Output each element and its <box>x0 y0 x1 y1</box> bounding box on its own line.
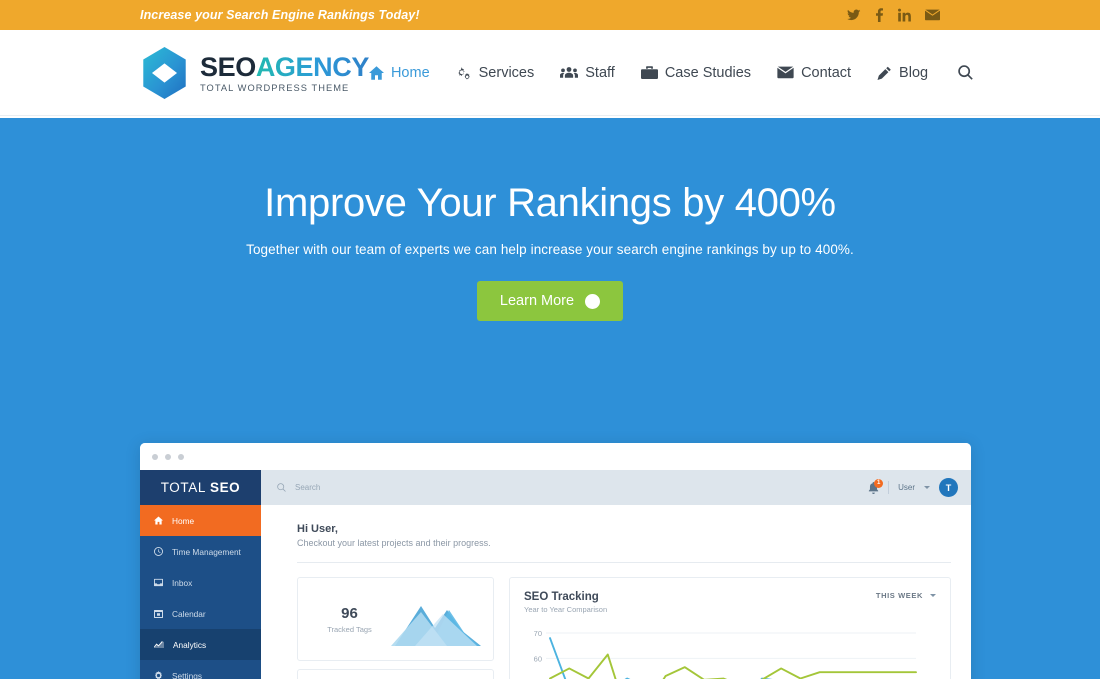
dashboard-mockup: TOTAL SEO Home Time Management Inbox Cale… <box>140 443 971 679</box>
sidebar-item-label: Settings <box>172 670 202 679</box>
sidebar-item-home[interactable]: Home <box>140 505 261 536</box>
linkedin-icon[interactable] <box>898 8 911 22</box>
email-icon[interactable] <box>925 8 940 22</box>
hero-section: Improve Your Rankings by 400% Together w… <box>0 116 1100 679</box>
divider <box>297 562 951 563</box>
search-icon[interactable] <box>958 65 973 80</box>
greeting-block: Hi User, Checkout your latest projects a… <box>297 523 951 563</box>
nav-label: Staff <box>585 64 615 81</box>
home-icon <box>368 65 384 80</box>
search-icon <box>277 483 286 492</box>
chevron-down-icon[interactable] <box>924 486 930 489</box>
window-dot <box>178 453 184 460</box>
calendar-icon <box>154 610 163 618</box>
mockup-titlebar <box>140 443 971 470</box>
sidebar-item-label: Calendar <box>172 608 206 619</box>
announcement-bar: Increase your Search Engine Rankings Tod… <box>0 0 1100 30</box>
sidebar-item-inbox[interactable]: Inbox <box>140 567 261 598</box>
seo-tracking-plot: 2040506070 <box>524 622 936 679</box>
facebook-icon[interactable] <box>875 8 884 22</box>
nav-item-blog[interactable]: Blog <box>877 65 928 81</box>
sidebar-item-label: Time Management <box>172 546 241 557</box>
chart-range-selector[interactable]: THIS WEEK <box>876 591 936 600</box>
pencil-icon <box>877 66 891 80</box>
logo-primary: SEO <box>200 51 256 82</box>
stat-cards-column: 96 Tracked Tags <box>297 577 494 679</box>
nav-label: Home <box>390 64 430 81</box>
nav-item-home[interactable]: Home <box>368 64 430 81</box>
window-dot <box>152 453 158 460</box>
chart-subtitle: Year to Year Comparison <box>524 605 608 614</box>
brand-light: TOTAL <box>160 480 206 495</box>
nav-label: Contact <box>801 64 852 81</box>
seo-tracking-chart-card: SEO Tracking Year to Year Comparison THI… <box>509 577 951 679</box>
logo-tagline: TOTAL WORDPRESS THEME <box>200 82 350 93</box>
announcement-text: Increase your Search Engine Rankings Tod… <box>140 8 420 22</box>
chart-y-tick-label: 60 <box>534 654 542 663</box>
dashboard-search[interactable]: Search <box>277 483 320 492</box>
logo-secondary: AGENCY <box>255 51 370 82</box>
nav-item-services[interactable]: Services <box>456 64 535 81</box>
sidebar-item-calendar[interactable]: Calendar <box>140 598 261 629</box>
inbox-icon <box>154 578 163 587</box>
gears-icon <box>457 66 470 79</box>
gear-icon <box>154 671 163 679</box>
brand-bold: SEO <box>209 480 241 495</box>
stat-card-tracked-tags[interactable]: 96 Tracked Tags <box>297 577 494 661</box>
learn-more-label: Learn More <box>499 293 575 309</box>
stat-value: 96 <box>341 604 358 622</box>
divider <box>888 481 890 494</box>
site-logo[interactable]: SEOAGENCY TOTAL WORDPRESS THEME <box>140 46 369 100</box>
user-menu-label[interactable]: User <box>898 483 915 492</box>
clock-icon <box>154 547 163 556</box>
dashboard-sidebar: TOTAL SEO Home Time Management Inbox Cale… <box>140 470 261 679</box>
dashboard-topbar: Search 1 User T <box>261 470 971 505</box>
nav-item-staff[interactable]: Staff <box>560 65 615 81</box>
greeting-subtitle: Checkout your latest projects and their … <box>297 538 491 548</box>
sidebar-item-label: Home <box>172 515 195 526</box>
arrow-down-circle-icon <box>585 293 601 309</box>
briefcase-icon <box>640 65 658 79</box>
stat-card-conversations[interactable]: 1,204 Conversations 1,204 <box>297 669 494 679</box>
hero-subtitle: Together with our team of experts we can… <box>246 242 854 257</box>
stat-label: Tracked Tags <box>327 624 372 634</box>
nav-item-contact[interactable]: Contact <box>777 65 851 81</box>
main-navigation: Home Services Staff Case Studies Contact… <box>368 64 973 81</box>
nav-label: Services <box>478 64 535 81</box>
sidebar-item-analytics[interactable]: Analytics <box>140 629 261 660</box>
sidebar-item-label: Inbox <box>172 577 193 588</box>
nav-label: Blog <box>899 64 929 81</box>
social-links <box>847 8 940 22</box>
site-header: SEOAGENCY TOTAL WORDPRESS THEME Home Ser… <box>0 30 1100 116</box>
sidebar-item-time-management[interactable]: Time Management <box>140 536 261 567</box>
envelope-icon <box>777 66 794 79</box>
nav-label: Case Studies <box>664 64 752 81</box>
nav-item-case-studies[interactable]: Case Studies <box>640 64 752 81</box>
mountain-area-chart <box>387 590 483 648</box>
twitter-icon[interactable] <box>847 8 861 22</box>
learn-more-button[interactable]: Learn More <box>476 281 624 321</box>
sidebar-item-settings[interactable]: Settings <box>140 660 261 679</box>
window-dot <box>165 453 171 460</box>
dashboard-brand: TOTAL SEO <box>140 470 261 505</box>
chevron-down-icon <box>930 594 936 597</box>
search-placeholder: Search <box>295 483 321 492</box>
notification-badge: 1 <box>874 478 884 488</box>
greeting-title: Hi User, <box>297 523 338 535</box>
sidebar-item-label: Analytics <box>173 639 207 650</box>
notifications-button[interactable]: 1 <box>868 478 884 494</box>
chart-y-tick-label: 70 <box>534 629 542 638</box>
home-icon <box>154 516 163 525</box>
chart-range-label: THIS WEEK <box>875 591 923 600</box>
chart-title: SEO Tracking <box>524 591 599 603</box>
avatar[interactable]: T <box>939 478 958 497</box>
page-title: Improve Your Rankings by 400% <box>264 181 836 225</box>
chart-line-icon <box>154 641 164 648</box>
hexagon-logo-icon <box>143 46 186 99</box>
users-icon <box>560 67 579 78</box>
